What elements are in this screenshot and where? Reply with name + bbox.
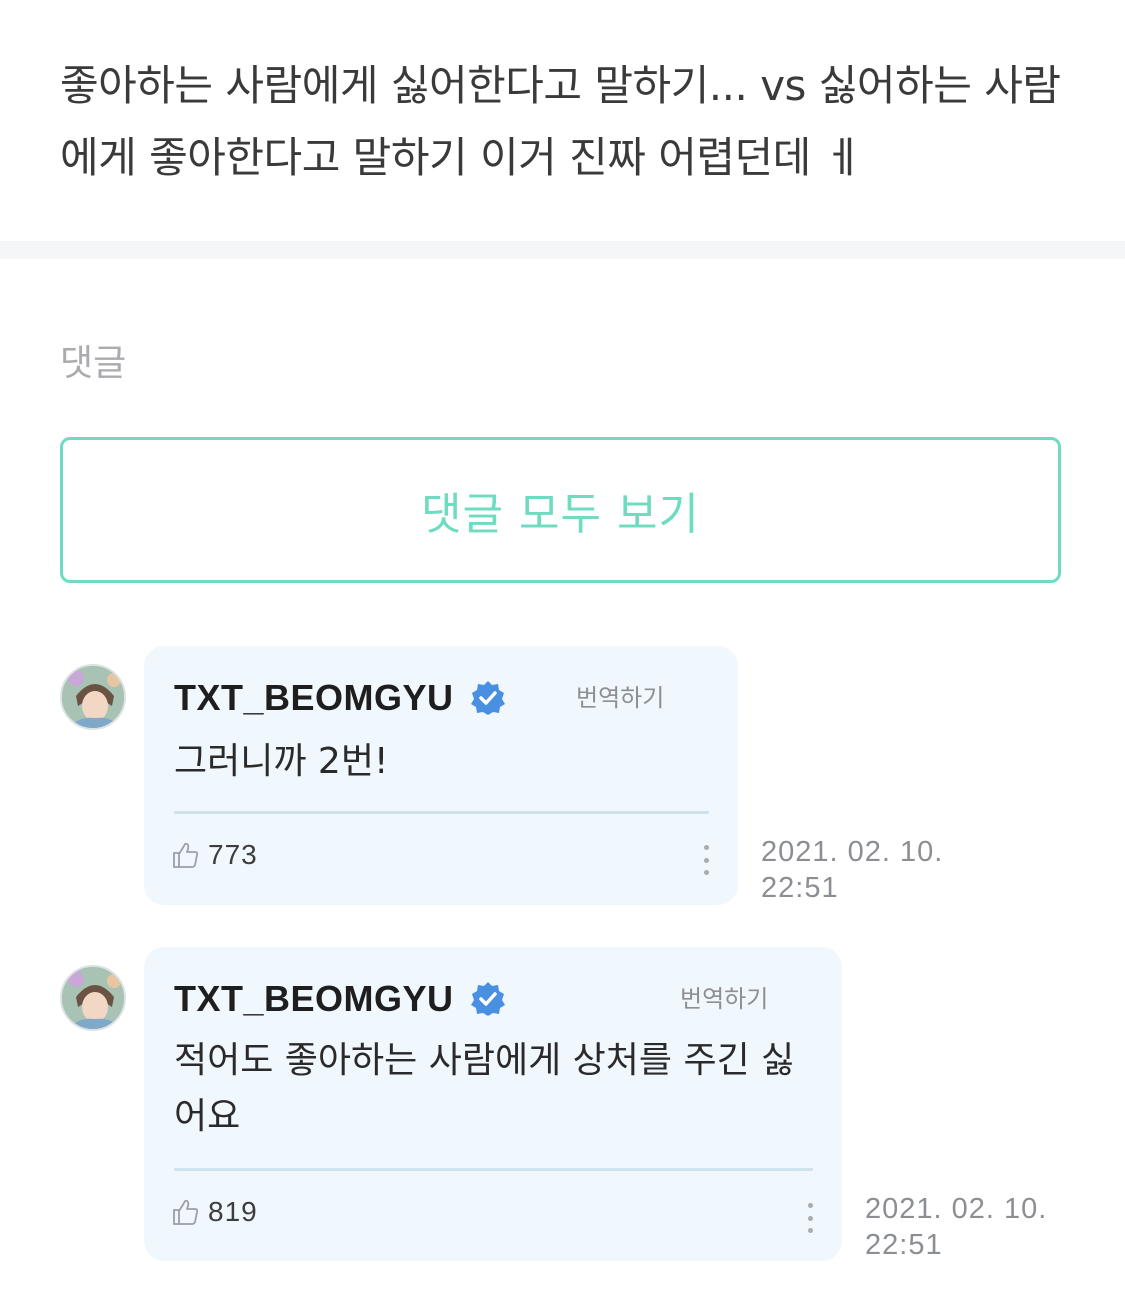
translate-button[interactable]: 번역하기 <box>680 979 768 1014</box>
view-all-comments-button[interactable]: 댓글 모두 보기 <box>60 437 1061 583</box>
comment-text: 적어도 좋아하는 사람에게 상처를 주긴 싫어요 <box>174 1040 795 1137</box>
translate-button[interactable]: 번역하기 <box>576 678 664 713</box>
comment-time: 22:51 <box>865 1229 943 1261</box>
like-button[interactable]: 819 <box>170 1196 258 1228</box>
avatar[interactable] <box>60 664 126 730</box>
section-divider <box>0 241 1125 259</box>
comment-date: 2021. 02. 10. <box>865 1193 1048 1225</box>
comment-divider <box>174 811 709 814</box>
verified-badge-icon <box>470 981 506 1017</box>
avatar[interactable] <box>60 965 126 1031</box>
like-count: 819 <box>208 1196 258 1227</box>
comment-time: 22:51 <box>761 872 839 904</box>
thumbs-up-icon <box>170 1197 200 1227</box>
comment-date: 2021. 02. 10. <box>761 836 944 868</box>
like-count: 773 <box>208 839 258 870</box>
comment-text: 그러니까 2번! <box>174 741 389 782</box>
more-vertical-icon[interactable] <box>700 845 712 875</box>
author-name[interactable]: TXT_BEOMGYU <box>174 677 454 719</box>
like-button[interactable]: 773 <box>170 839 258 871</box>
comment-timestamp: 2021. 02. 10. 22:51 <box>761 834 961 906</box>
author-name[interactable]: TXT_BEOMGYU <box>174 978 454 1020</box>
comment-bubble: TXT_BEOMGYU 번역하기 그러니까 2번! 773 <box>144 646 738 905</box>
author-row: TXT_BEOMGYU <box>174 975 506 1023</box>
verified-badge-icon <box>470 680 506 716</box>
comment-item: TXT_BEOMGYU 번역하기 적어도 좋아하는 사람에게 상처를 주긴 싫어… <box>60 947 1070 1262</box>
post-text: 좋아하는 사람에게 싫어한다고 말하기... vs 싫어하는 사람에게 좋아한다… <box>60 61 1061 182</box>
more-vertical-icon[interactable] <box>804 1203 816 1233</box>
comment-divider <box>174 1168 813 1171</box>
comment-bubble: TXT_BEOMGYU 번역하기 적어도 좋아하는 사람에게 상처를 주긴 싫어… <box>144 947 842 1261</box>
comments-section-label: 댓글 <box>60 343 127 384</box>
thumbs-up-icon <box>170 840 200 870</box>
author-row: TXT_BEOMGYU <box>174 674 506 722</box>
comment-item: TXT_BEOMGYU 번역하기 그러니까 2번! 773 2021. 02. … <box>60 646 1060 906</box>
comment-timestamp: 2021. 02. 10. 22:51 <box>865 1191 1065 1263</box>
